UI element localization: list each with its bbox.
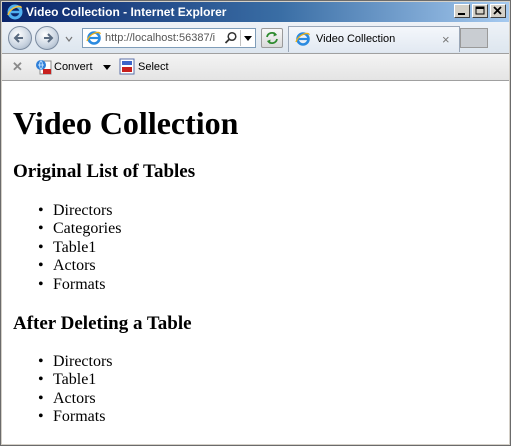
window-controls bbox=[452, 4, 506, 18]
new-tab-button[interactable] bbox=[460, 28, 488, 48]
address-dropdown-button[interactable] bbox=[240, 30, 255, 46]
navigation-bar: http://localhost:56387/i Video Collectio… bbox=[2, 22, 509, 54]
maximize-button[interactable] bbox=[472, 4, 488, 18]
minimize-icon bbox=[458, 13, 465, 15]
forward-arrow-icon bbox=[44, 33, 54, 43]
tab-close-button[interactable]: × bbox=[442, 33, 450, 46]
title-bar[interactable]: Video Collection - Internet Explorer bbox=[2, 2, 509, 22]
tab-label: Video Collection bbox=[316, 33, 396, 45]
close-icon bbox=[493, 6, 502, 15]
window-title: Video Collection - Internet Explorer bbox=[26, 5, 227, 19]
back-button[interactable] bbox=[8, 26, 32, 50]
address-input[interactable]: http://localhost:56387/i bbox=[105, 32, 223, 45]
maximize-icon bbox=[475, 6, 485, 15]
tab-video-collection[interactable]: Video Collection × bbox=[288, 26, 460, 52]
convert-button[interactable]: Convert bbox=[54, 61, 93, 74]
refresh-icon bbox=[266, 32, 278, 44]
select-pdf-icon[interactable] bbox=[119, 58, 136, 76]
ie-logo-icon bbox=[7, 4, 23, 20]
section-heading-original: Original List of Tables bbox=[13, 161, 196, 182]
command-bar: ✕ Convert Select bbox=[2, 54, 509, 81]
chevron-down-icon bbox=[244, 36, 252, 41]
browser-window: Video Collection - Internet Explorer htt… bbox=[0, 0, 511, 446]
search-icon[interactable] bbox=[224, 31, 238, 45]
section-heading-after-delete: After Deleting a Table bbox=[13, 313, 192, 334]
minimize-button[interactable] bbox=[454, 4, 470, 18]
page-ie-icon bbox=[86, 30, 102, 46]
select-button[interactable]: Select bbox=[138, 61, 169, 74]
page-content: Video Collection Original List of Tables… bbox=[2, 81, 509, 444]
convert-pdf-icon[interactable] bbox=[35, 58, 53, 76]
tab-ie-icon bbox=[295, 31, 311, 47]
close-button[interactable] bbox=[490, 4, 506, 18]
history-dropdown-icon[interactable] bbox=[64, 34, 74, 44]
convert-dropdown-icon[interactable] bbox=[103, 65, 111, 71]
refresh-button[interactable] bbox=[261, 28, 283, 48]
address-bar[interactable]: http://localhost:56387/i bbox=[82, 28, 256, 48]
back-arrow-icon bbox=[13, 33, 23, 43]
close-toolbar-icon[interactable]: ✕ bbox=[12, 60, 23, 74]
page-title: Video Collection bbox=[13, 105, 239, 141]
forward-button[interactable] bbox=[35, 26, 59, 50]
